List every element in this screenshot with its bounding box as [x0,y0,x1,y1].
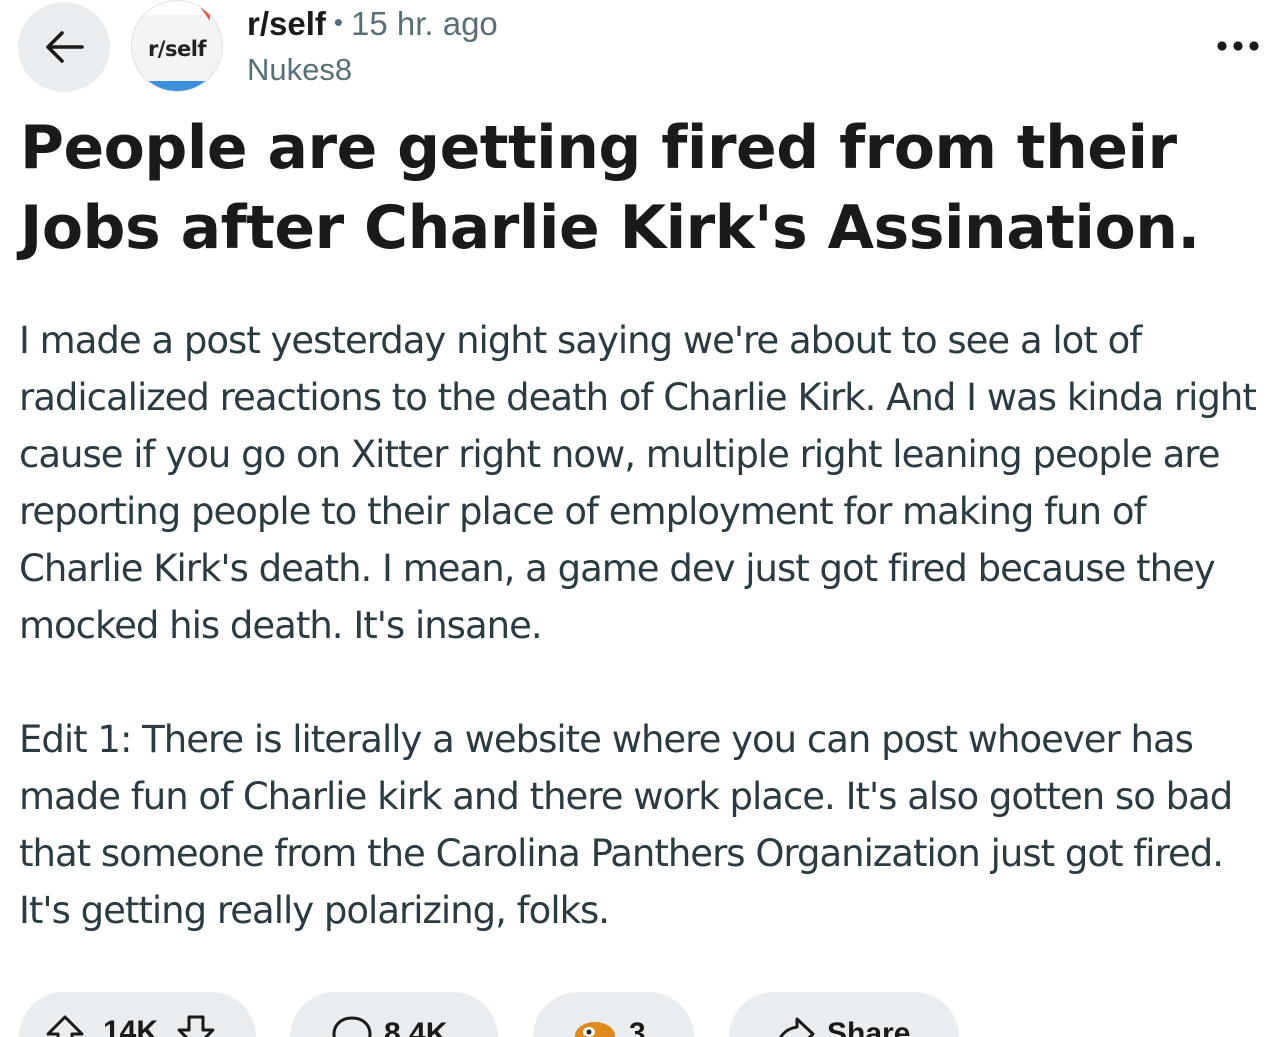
vote-bar: 14K [19,992,256,1037]
share-button[interactable]: Share [729,992,959,1037]
award-button[interactable]: 3 [533,992,694,1037]
post-time: 15 hr. ago [350,5,498,42]
share-icon [779,1017,815,1037]
post-paragraph: Edit 1: There is literally a website whe… [19,718,1233,932]
award-icon [575,1022,615,1037]
more-options-button[interactable] [1212,26,1264,66]
post-page: r/self r/self • 15 hr. ago Nukes8 People a… [0,0,1280,1037]
arrow-left-icon [46,31,84,63]
post-meta: r/self • 15 hr. ago [247,4,498,46]
comment-icon [332,1016,372,1037]
comment-count: 8.4K [384,1017,448,1037]
post-paragraph: I made a post yesterday night saying we'… [19,319,1257,647]
vote-count: 14K [103,1015,159,1037]
subreddit-avatar[interactable]: r/self [131,0,223,92]
back-button[interactable] [18,2,110,92]
flag-icon [200,7,210,21]
upvote-icon[interactable] [45,1014,85,1037]
share-label: Share [827,1017,911,1037]
award-count: 3 [629,1017,646,1037]
post-title: People are getting fired from their Jobs… [20,113,1200,263]
more-horizontal-icon [1217,41,1259,51]
downvote-icon[interactable] [176,1014,216,1037]
meta-separator: • [333,7,343,37]
avatar-label: r/self [147,37,207,61]
comments-button[interactable]: 8.4K [290,992,498,1037]
author-link[interactable]: Nukes8 [247,50,352,90]
subreddit-link[interactable]: r/self [247,5,326,42]
post-body: I made a post yesterday night saying we'… [19,312,1269,996]
